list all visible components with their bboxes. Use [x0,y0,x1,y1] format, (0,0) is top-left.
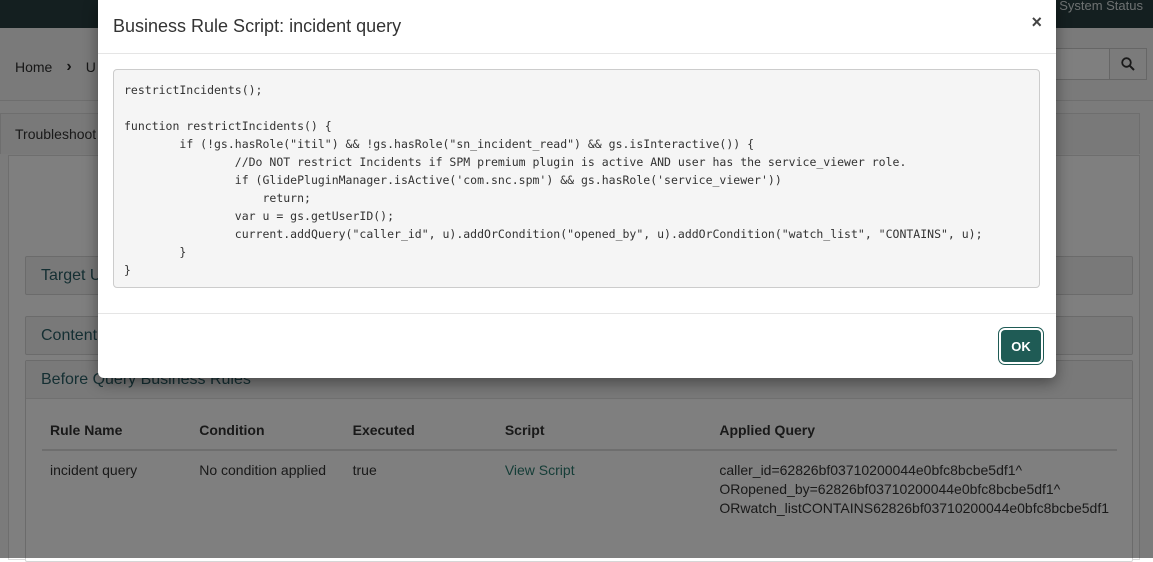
dialog-header: Business Rule Script: incident query × [98,0,1056,54]
dialog-body: restrictIncidents(); function restrictIn… [113,69,1040,288]
ok-button[interactable]: OK [1001,330,1041,362]
script-code-block: restrictIncidents(); function restrictIn… [113,69,1040,288]
dialog-footer: OK [98,313,1056,379]
dialog-title: Business Rule Script: incident query [113,16,402,36]
business-rule-script-dialog: Business Rule Script: incident query × r… [98,0,1056,378]
close-icon[interactable]: × [1031,12,1042,33]
